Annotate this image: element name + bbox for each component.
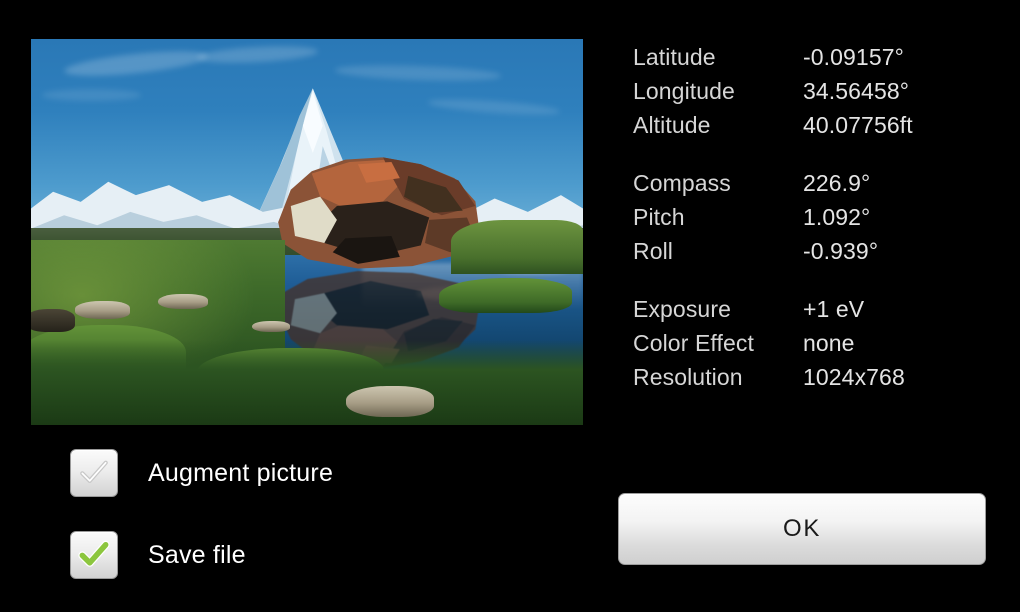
ok-button[interactable]: OK bbox=[618, 493, 986, 565]
foreground-grass bbox=[31, 340, 583, 425]
checkbox-row-augment-picture[interactable]: Augment picture bbox=[70, 447, 333, 499]
pitch-label: Pitch bbox=[633, 204, 685, 230]
compass-value: 226.9° bbox=[803, 170, 871, 196]
altitude-value: 40.07756ft bbox=[803, 112, 913, 138]
app-screen: Latitude -0.09157° Longitude 34.56458° A… bbox=[0, 0, 1020, 612]
exposure-value: +1 eV bbox=[803, 296, 865, 322]
metadata-group-camera: Exposure +1 eV Color Effect none Resolut… bbox=[633, 296, 993, 398]
exposure-label: Exposure bbox=[633, 296, 731, 322]
metadata-panel: Latitude -0.09157° Longitude 34.56458° A… bbox=[633, 44, 993, 422]
landscape-photo bbox=[31, 39, 583, 425]
stone bbox=[345, 386, 434, 418]
options-list: Augment picture Save file bbox=[70, 447, 333, 611]
resolution-value: 1024x768 bbox=[803, 364, 905, 390]
metadata-row: Altitude 40.07756ft bbox=[633, 112, 993, 146]
checkbox-save-file[interactable] bbox=[70, 531, 118, 579]
altitude-label: Altitude bbox=[633, 112, 711, 138]
stone bbox=[157, 293, 208, 310]
metadata-row: Longitude 34.56458° bbox=[633, 78, 993, 112]
checkbox-label-save-file: Save file bbox=[148, 540, 246, 569]
cloud bbox=[42, 89, 142, 101]
metadata-group-location: Latitude -0.09157° Longitude 34.56458° A… bbox=[633, 44, 993, 146]
latitude-label: Latitude bbox=[633, 44, 716, 70]
metadata-row: Resolution 1024x768 bbox=[633, 364, 993, 398]
metadata-row: Roll -0.939° bbox=[633, 238, 993, 272]
metadata-row: Compass 226.9° bbox=[633, 170, 993, 204]
longitude-label: Longitude bbox=[633, 78, 735, 104]
resolution-label: Resolution bbox=[633, 364, 743, 390]
metadata-group-orientation: Compass 226.9° Pitch 1.092° Roll -0.939° bbox=[633, 170, 993, 272]
stone bbox=[251, 320, 291, 333]
grass-patch bbox=[439, 278, 572, 314]
checkbox-augment-picture[interactable] bbox=[70, 449, 118, 497]
rock bbox=[31, 309, 76, 333]
metadata-row: Latitude -0.09157° bbox=[633, 44, 993, 78]
latitude-value: -0.09157° bbox=[803, 44, 904, 70]
longitude-value: 34.56458° bbox=[803, 78, 910, 104]
metadata-row: Pitch 1.092° bbox=[633, 204, 993, 238]
stone bbox=[75, 301, 131, 319]
roll-label: Roll bbox=[633, 238, 674, 264]
metadata-row: Color Effect none bbox=[633, 330, 993, 364]
metadata-row: Exposure +1 eV bbox=[633, 296, 993, 330]
checkbox-row-save-file[interactable]: Save file bbox=[70, 529, 333, 581]
color-effect-value: none bbox=[803, 330, 855, 356]
checkmark-unchecked-icon bbox=[80, 460, 108, 483]
photo-preview[interactable] bbox=[31, 39, 583, 425]
roll-value: -0.939° bbox=[803, 238, 879, 264]
color-effect-label: Color Effect bbox=[633, 330, 754, 356]
pitch-value: 1.092° bbox=[803, 204, 871, 230]
grass-bank-right bbox=[450, 220, 583, 275]
compass-label: Compass bbox=[633, 170, 731, 196]
checkmark-checked-icon bbox=[78, 540, 110, 567]
checkbox-label-augment-picture: Augment picture bbox=[148, 458, 334, 487]
